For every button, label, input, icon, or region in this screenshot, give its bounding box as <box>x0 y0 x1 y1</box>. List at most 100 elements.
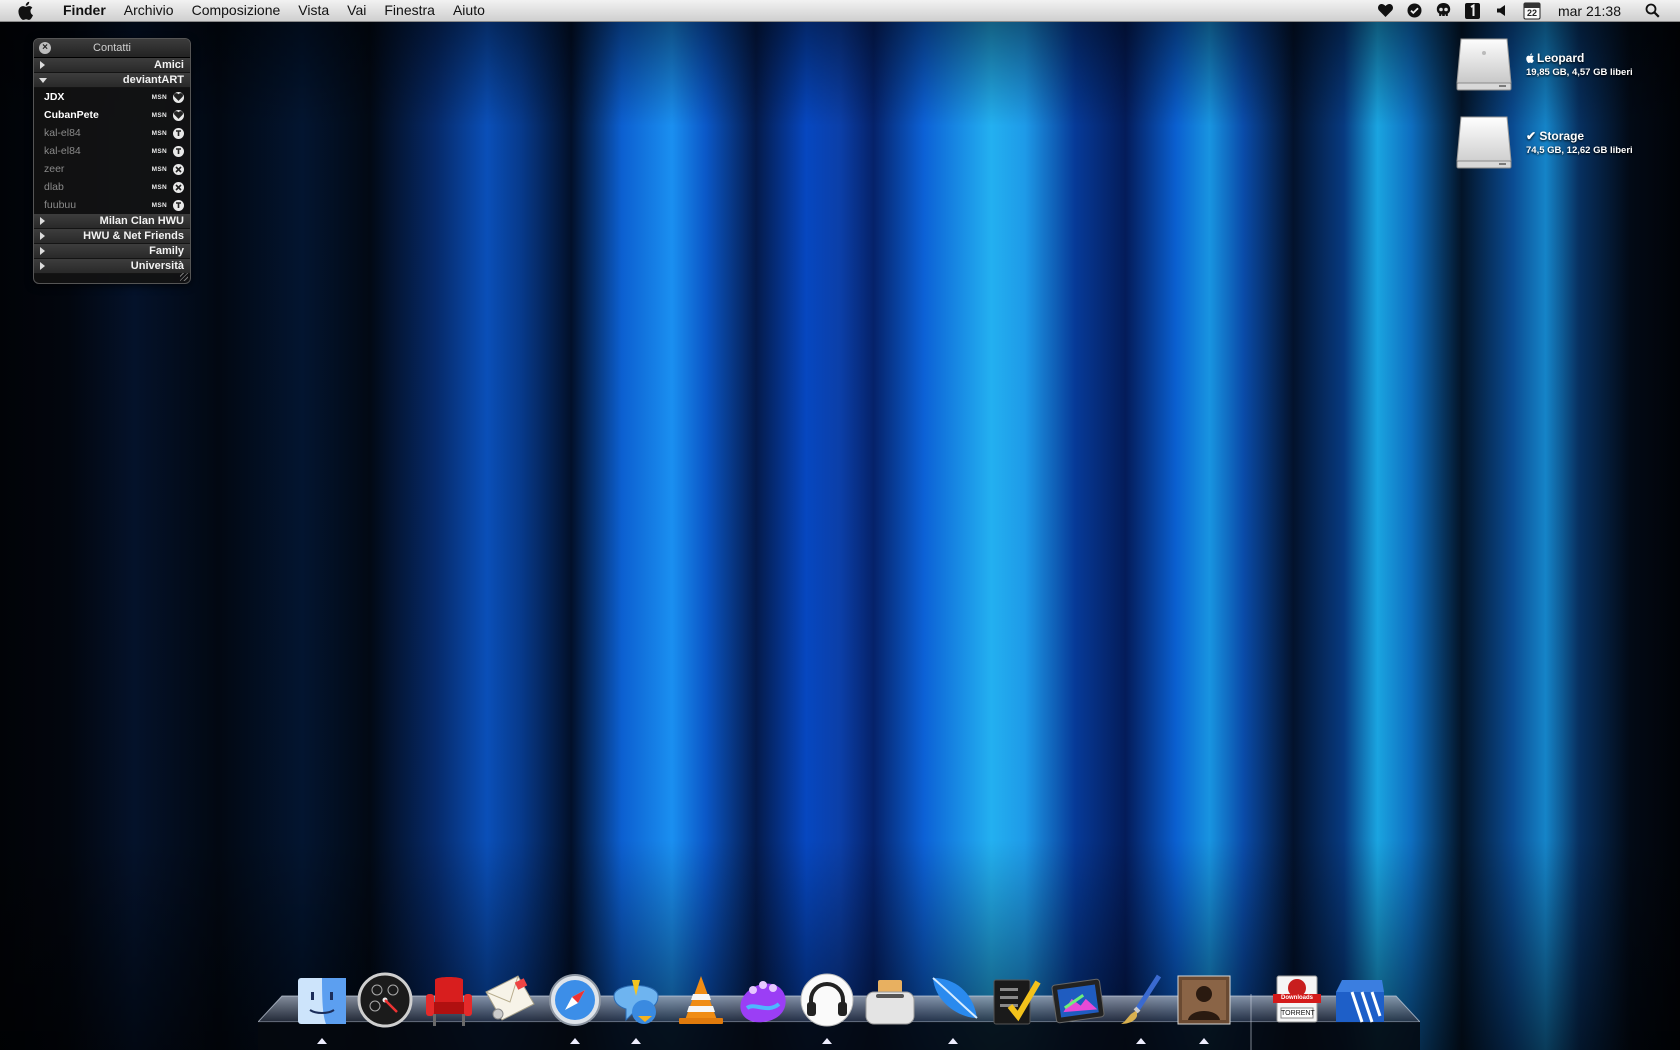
number-one-icon[interactable] <box>1465 2 1481 19</box>
dock-feather[interactable] <box>925 972 981 1028</box>
contact-row[interactable]: kal-el84 MSN <box>34 124 190 142</box>
group-label: Milan Clan HWU <box>99 215 184 227</box>
status-offline-icon <box>173 199 184 211</box>
vlc-cone-icon <box>679 976 723 1024</box>
dock-finder[interactable] <box>294 972 350 1028</box>
disclosure-closed-icon[interactable] <box>40 247 45 255</box>
calendar-day: 22 <box>1526 7 1537 18</box>
hard-drive-icon <box>1456 116 1512 169</box>
dock-purple-app[interactable] <box>735 972 791 1028</box>
dock-album[interactable] <box>1176 972 1232 1028</box>
menu-vista[interactable]: Vista <box>289 0 338 21</box>
group-amici[interactable]: Amici <box>34 58 190 73</box>
group-hwu-net-friends[interactable]: HWU & Net Friends <box>34 229 190 244</box>
dock-dashboard[interactable] <box>357 972 413 1028</box>
status-offline-icon <box>173 127 184 139</box>
contact-name: CubanPete <box>44 109 99 121</box>
disclosure-open-icon[interactable] <box>39 78 47 83</box>
checklist-icon <box>993 979 1041 1025</box>
dashboard-icon <box>357 972 413 1028</box>
dock-front-row[interactable] <box>421 972 477 1028</box>
group-deviantart[interactable]: deviantART <box>34 73 190 88</box>
drive-leopard[interactable]: Leopard 19,85 GB, 4,57 GB liberi <box>1455 35 1655 97</box>
menu-clock[interactable]: mar 21:38 <box>1558 3 1621 19</box>
drive-storage[interactable]: ✔ Storage 74,5 GB, 12,62 GB liberi <box>1455 113 1655 175</box>
dock-tasks[interactable] <box>988 972 1044 1028</box>
status-busy-icon <box>173 181 184 193</box>
contacts-widget[interactable]: × Contatti Amici deviantART JDX MSN Cuba… <box>33 38 191 284</box>
apple-icon[interactable] <box>18 1 40 20</box>
service-label: MSN <box>151 147 167 155</box>
drive-info-storage: 74,5 GB, 12,62 GB liberi <box>1526 145 1633 156</box>
contact-row[interactable]: kal-el84 MSN <box>34 142 190 160</box>
menu-finestra[interactable]: Finestra <box>375 0 444 21</box>
dock-toaster[interactable] <box>862 972 918 1028</box>
checkmark-circle-icon[interactable] <box>1407 3 1423 19</box>
mail-icon <box>485 975 535 1021</box>
adium-duck-icon <box>613 980 659 1024</box>
service-label: MSN <box>151 165 167 173</box>
menu-bar: Finder Archivio Composizione Vista Vai F… <box>0 0 1680 22</box>
dock-itunes[interactable] <box>799 972 855 1028</box>
menu-composizione[interactable]: Composizione <box>183 0 290 21</box>
group-label: Amici <box>154 59 184 71</box>
disclosure-closed-icon[interactable] <box>40 217 45 225</box>
desktop-wallpaper <box>0 0 1680 1050</box>
drive-info-leopard: 19,85 GB, 4,57 GB liberi <box>1526 67 1633 78</box>
menu-aiuto[interactable]: Aiuto <box>444 0 494 21</box>
contact-row[interactable]: JDX MSN <box>34 88 190 106</box>
heart-icon[interactable] <box>1378 3 1394 19</box>
service-label: MSN <box>151 183 167 191</box>
status-offline-icon <box>173 145 184 157</box>
dock-paint[interactable] <box>1113 972 1169 1028</box>
dock-adium[interactable] <box>608 972 664 1028</box>
service-label: MSN <box>151 201 167 209</box>
service-label: MSN <box>151 111 167 119</box>
drive-name-leopard: Leopard <box>1526 51 1584 65</box>
photo-frame-icon <box>1051 978 1105 1024</box>
status-menus: 22 mar 21:38 <box>1378 2 1660 20</box>
drive-label: Leopard <box>1537 51 1585 65</box>
contacts-title: Contatti <box>93 42 131 54</box>
disclosure-closed-icon[interactable] <box>40 61 45 69</box>
contacts-titlebar[interactable]: × Contatti <box>34 39 190 58</box>
torrent-label: TORRENT <box>1281 1010 1315 1017</box>
front-row-chair-icon <box>426 977 472 1026</box>
dock-trash[interactable] <box>1332 972 1388 1028</box>
status-available-icon <box>173 109 184 121</box>
menu-archivio[interactable]: Archivio <box>115 0 183 21</box>
adidas-trash-icon <box>1336 980 1384 1023</box>
contact-name: kal-el84 <box>44 145 81 157</box>
close-icon[interactable]: × <box>39 42 51 54</box>
status-available-icon <box>173 91 184 103</box>
paintbrush-icon <box>1121 974 1162 1024</box>
dock-photo-app[interactable] <box>1050 972 1106 1028</box>
disclosure-closed-icon[interactable] <box>40 232 45 240</box>
contact-name: JDX <box>44 91 65 103</box>
calendar-icon[interactable]: 22 <box>1523 2 1541 20</box>
spotlight-icon[interactable] <box>1644 3 1660 19</box>
dock-safari[interactable] <box>547 972 603 1028</box>
disclosure-closed-icon[interactable] <box>40 262 45 270</box>
group-universita[interactable]: Università <box>34 259 190 274</box>
contact-row[interactable]: dlab MSN <box>34 178 190 196</box>
drive-name-storage: ✔ Storage <box>1526 129 1585 143</box>
menu-finder[interactable]: Finder <box>54 0 115 21</box>
dock-mail[interactable] <box>482 972 538 1028</box>
menu-vai[interactable]: Vai <box>338 0 375 21</box>
contact-row[interactable]: CubanPete MSN <box>34 106 190 124</box>
group-label: deviantART <box>122 74 184 86</box>
volume-icon[interactable] <box>1494 3 1510 19</box>
contact-row[interactable]: zeer MSN <box>34 160 190 178</box>
dock-downloads[interactable]: Downloads TORRENT <box>1269 972 1325 1028</box>
service-label: MSN <box>151 93 167 101</box>
resize-grip[interactable] <box>180 273 188 281</box>
dock-vlc[interactable] <box>673 972 729 1028</box>
skull-icon[interactable] <box>1436 2 1452 19</box>
group-label: HWU & Net Friends <box>83 230 184 242</box>
purple-wave-icon <box>740 981 786 1023</box>
safari-compass-icon <box>549 974 601 1026</box>
contact-row[interactable]: fuubuu MSN <box>34 196 190 214</box>
group-family[interactable]: Family <box>34 244 190 259</box>
group-milan-clan[interactable]: Milan Clan HWU <box>34 214 190 229</box>
